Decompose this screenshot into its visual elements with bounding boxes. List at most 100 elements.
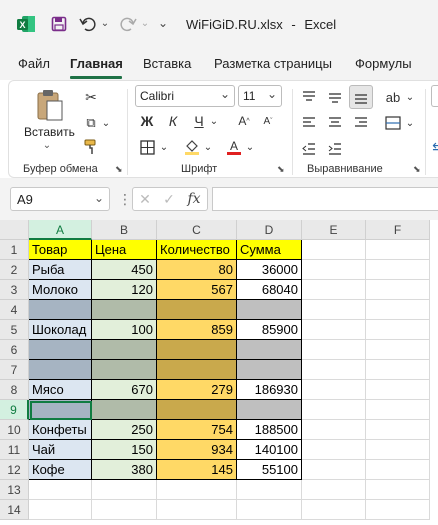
row-header-3[interactable]: 3 bbox=[0, 280, 29, 300]
cell-c2[interactable]: 80 bbox=[157, 260, 237, 280]
format-painter-icon[interactable] bbox=[81, 137, 101, 157]
row-header-5[interactable]: 5 bbox=[0, 320, 29, 340]
cell-c7[interactable] bbox=[157, 360, 237, 380]
row-header-11[interactable]: 11 bbox=[0, 440, 29, 460]
cell-f8[interactable] bbox=[366, 380, 430, 400]
cell-e1[interactable] bbox=[302, 240, 366, 260]
cell-f12[interactable] bbox=[366, 460, 430, 480]
row-header-6[interactable]: 6 bbox=[0, 340, 29, 360]
cell-e3[interactable] bbox=[302, 280, 366, 300]
tab-formulas[interactable]: Формулы bbox=[355, 56, 412, 71]
cancel-icon[interactable]: ✕ bbox=[133, 191, 157, 208]
cell-d11[interactable]: 140100 bbox=[237, 440, 302, 460]
grow-font-icon[interactable]: A ^ bbox=[235, 111, 253, 131]
cell-d10[interactable]: 188500 bbox=[237, 420, 302, 440]
cell-c14[interactable] bbox=[157, 500, 237, 520]
orientation-dropdown-icon[interactable]: ⌄ bbox=[405, 89, 415, 105]
cell-f9[interactable] bbox=[366, 400, 430, 420]
cell-c5[interactable]: 859 bbox=[157, 320, 237, 340]
cell-f2[interactable] bbox=[366, 260, 430, 280]
cell-f13[interactable] bbox=[366, 480, 430, 500]
cell-f5[interactable] bbox=[366, 320, 430, 340]
cell-d7[interactable] bbox=[237, 360, 302, 380]
underline-dropdown-icon[interactable]: ⌄ bbox=[209, 113, 219, 129]
cell-a4[interactable] bbox=[29, 300, 92, 320]
paste-button[interactable]: Вставить bbox=[24, 125, 75, 139]
tab-file[interactable]: Файл bbox=[18, 56, 50, 71]
align-left-icon[interactable] bbox=[299, 113, 319, 133]
shrink-font-icon[interactable]: Aˇ bbox=[259, 111, 277, 131]
merge-dropdown-icon[interactable]: ⌄ bbox=[405, 115, 415, 131]
cell-e6[interactable] bbox=[302, 340, 366, 360]
row-header-4[interactable]: 4 bbox=[0, 300, 29, 320]
row-header-7[interactable]: 7 bbox=[0, 360, 29, 380]
cell-b6[interactable] bbox=[92, 340, 157, 360]
cell-e9[interactable] bbox=[302, 400, 366, 420]
cell-b11[interactable]: 150 bbox=[92, 440, 157, 460]
cut-icon[interactable]: ✂ bbox=[81, 87, 101, 107]
cell-b8[interactable]: 670 bbox=[92, 380, 157, 400]
cell-e13[interactable] bbox=[302, 480, 366, 500]
row-header-13[interactable]: 13 bbox=[0, 480, 29, 500]
cell-b1[interactable]: Цена bbox=[92, 240, 157, 260]
enter-icon[interactable]: ✓ bbox=[157, 191, 181, 208]
row-header-2[interactable]: 2 bbox=[0, 260, 29, 280]
insert-function-button[interactable]: fx bbox=[181, 191, 207, 207]
cell-f14[interactable] bbox=[366, 500, 430, 520]
cell-e10[interactable] bbox=[302, 420, 366, 440]
underline-button[interactable]: Ч bbox=[189, 111, 209, 131]
bold-button[interactable]: Ж bbox=[137, 111, 157, 131]
cell-e8[interactable] bbox=[302, 380, 366, 400]
italic-button[interactable]: К bbox=[163, 111, 183, 131]
number-format-select[interactable] bbox=[431, 85, 438, 107]
cell-c12[interactable]: 145 bbox=[157, 460, 237, 480]
font-name-select[interactable]: Calibri ⌄ bbox=[135, 85, 235, 107]
cell-c6[interactable] bbox=[157, 340, 237, 360]
more-options-icon[interactable]: ⋮ bbox=[118, 191, 132, 208]
redo-icon[interactable] bbox=[118, 14, 138, 34]
cell-b5[interactable]: 100 bbox=[92, 320, 157, 340]
tab-insert[interactable]: Вставка bbox=[143, 56, 191, 71]
font-launcher-icon[interactable]: ⬊ bbox=[277, 164, 285, 175]
cell-a13[interactable] bbox=[29, 480, 92, 500]
fill-color-dropdown-icon[interactable]: ⌄ bbox=[203, 139, 213, 155]
column-header-b[interactable]: B bbox=[92, 220, 157, 240]
cell-f1[interactable] bbox=[366, 240, 430, 260]
cell-f7[interactable] bbox=[366, 360, 430, 380]
cell-e14[interactable] bbox=[302, 500, 366, 520]
align-top-icon[interactable] bbox=[299, 87, 319, 107]
paste-icon[interactable] bbox=[33, 87, 67, 123]
clipboard-launcher-icon[interactable]: ⬊ bbox=[115, 164, 123, 175]
align-center-icon[interactable] bbox=[325, 113, 345, 133]
cell-c1[interactable]: Количество bbox=[157, 240, 237, 260]
cell-c4[interactable] bbox=[157, 300, 237, 320]
name-box[interactable]: A9 ⌄ bbox=[10, 187, 110, 211]
cell-e11[interactable] bbox=[302, 440, 366, 460]
cell-b3[interactable]: 120 bbox=[92, 280, 157, 300]
undo-dropdown-icon[interactable]: ⌄ bbox=[100, 16, 110, 30]
select-all-button[interactable] bbox=[0, 220, 29, 240]
column-header-d[interactable]: D bbox=[237, 220, 302, 240]
cell-a14[interactable] bbox=[29, 500, 92, 520]
cell-c9[interactable] bbox=[157, 400, 237, 420]
alignment-launcher-icon[interactable]: ⬊ bbox=[413, 164, 421, 175]
font-color-dropdown-icon[interactable]: ⌄ bbox=[245, 139, 255, 155]
merge-center-icon[interactable] bbox=[383, 113, 403, 133]
orientation-icon[interactable]: ab bbox=[383, 87, 403, 107]
cell-d5[interactable]: 85900 bbox=[237, 320, 302, 340]
cell-d14[interactable] bbox=[237, 500, 302, 520]
font-size-select[interactable]: 11 ⌄ bbox=[238, 85, 282, 107]
cell-c8[interactable]: 279 bbox=[157, 380, 237, 400]
cell-c11[interactable]: 934 bbox=[157, 440, 237, 460]
cell-a10[interactable]: Конфеты bbox=[29, 420, 92, 440]
cell-a12[interactable]: Кофе bbox=[29, 460, 92, 480]
quick-access-customize-icon[interactable]: ⌄ bbox=[158, 16, 168, 30]
cell-a5[interactable]: Шоколад bbox=[29, 320, 92, 340]
tab-home[interactable]: Главная bbox=[70, 56, 123, 71]
cell-e12[interactable] bbox=[302, 460, 366, 480]
cell-e7[interactable] bbox=[302, 360, 366, 380]
cell-a7[interactable] bbox=[29, 360, 92, 380]
cell-f3[interactable] bbox=[366, 280, 430, 300]
cell-d2[interactable]: 36000 bbox=[237, 260, 302, 280]
cell-a6[interactable] bbox=[29, 340, 92, 360]
